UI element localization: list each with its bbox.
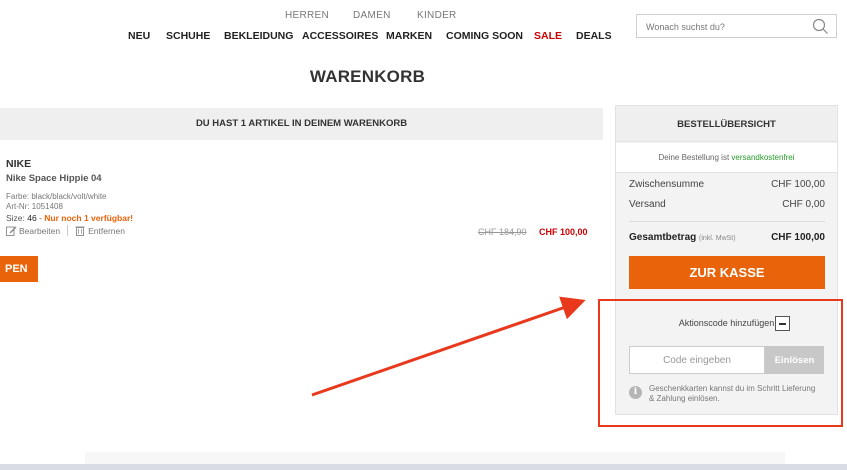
footer-strip [85,452,785,464]
page: HERREN DAMEN KINDER NEU SCHUHE BEKLEIDUN… [0,0,847,464]
annotation-arrow [311,296,586,397]
